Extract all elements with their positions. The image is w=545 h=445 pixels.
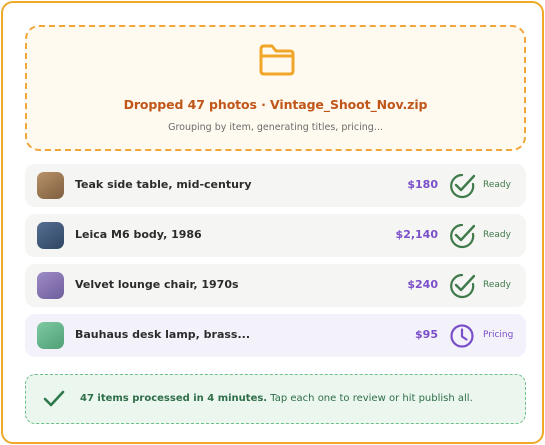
dropzone-subtitle: Grouping by item, generating titles, pri… bbox=[168, 122, 383, 133]
item-price: $95 bbox=[415, 328, 438, 341]
item-title: Bauhaus desk lamp, brass... bbox=[75, 328, 251, 341]
item-price: $180 bbox=[407, 178, 438, 191]
list-item[interactable]: Bauhaus desk lamp, brass... $95 Pricing bbox=[25, 314, 526, 357]
item-title: Teak side table, mid-century bbox=[75, 178, 252, 191]
item-title: Velvet lounge chair, 1970s bbox=[75, 278, 239, 291]
list-item[interactable]: Leica M6 body, 1986 $2,140 Ready bbox=[25, 214, 526, 257]
summary-banner: 47 items processed in 4 minutes. Tap eac… bbox=[25, 374, 526, 424]
status-label: Ready bbox=[483, 230, 511, 240]
status-label: Pricing bbox=[483, 330, 514, 340]
dropzone[interactable]: Dropped 47 photos · Vintage_Shoot_Nov.zi… bbox=[25, 25, 526, 151]
item-price: $2,140 bbox=[395, 228, 438, 241]
check-icon bbox=[450, 223, 475, 249]
item-title: Leica M6 body, 1986 bbox=[75, 228, 202, 241]
folder-icon bbox=[259, 44, 295, 76]
clock-icon bbox=[450, 324, 474, 348]
summary-text: 47 items processed in 4 minutes. Tap eac… bbox=[80, 393, 473, 404]
item-thumbnail bbox=[37, 222, 64, 249]
list-item[interactable]: Velvet lounge chair, 1970s $240 Ready bbox=[25, 264, 526, 307]
status-label: Ready bbox=[483, 280, 511, 290]
check-icon bbox=[450, 173, 475, 199]
list-item[interactable]: Teak side table, mid-century $180 Ready bbox=[25, 164, 526, 207]
dropzone-title: Dropped 47 photos · Vintage_Shoot_Nov.zi… bbox=[123, 97, 428, 112]
item-thumbnail bbox=[37, 272, 64, 299]
summary-highlight: 47 items processed in 4 minutes. bbox=[80, 393, 268, 404]
status-label: Ready bbox=[483, 180, 511, 190]
item-thumbnail bbox=[37, 322, 64, 349]
app-frame: Dropped 47 photos · Vintage_Shoot_Nov.zi… bbox=[1, 1, 544, 444]
summary-rest: Tap each one to review or hit publish al… bbox=[267, 393, 473, 404]
item-price: $240 bbox=[407, 278, 438, 291]
check-icon bbox=[43, 390, 65, 407]
check-icon bbox=[450, 273, 475, 299]
item-thumbnail bbox=[37, 172, 64, 199]
